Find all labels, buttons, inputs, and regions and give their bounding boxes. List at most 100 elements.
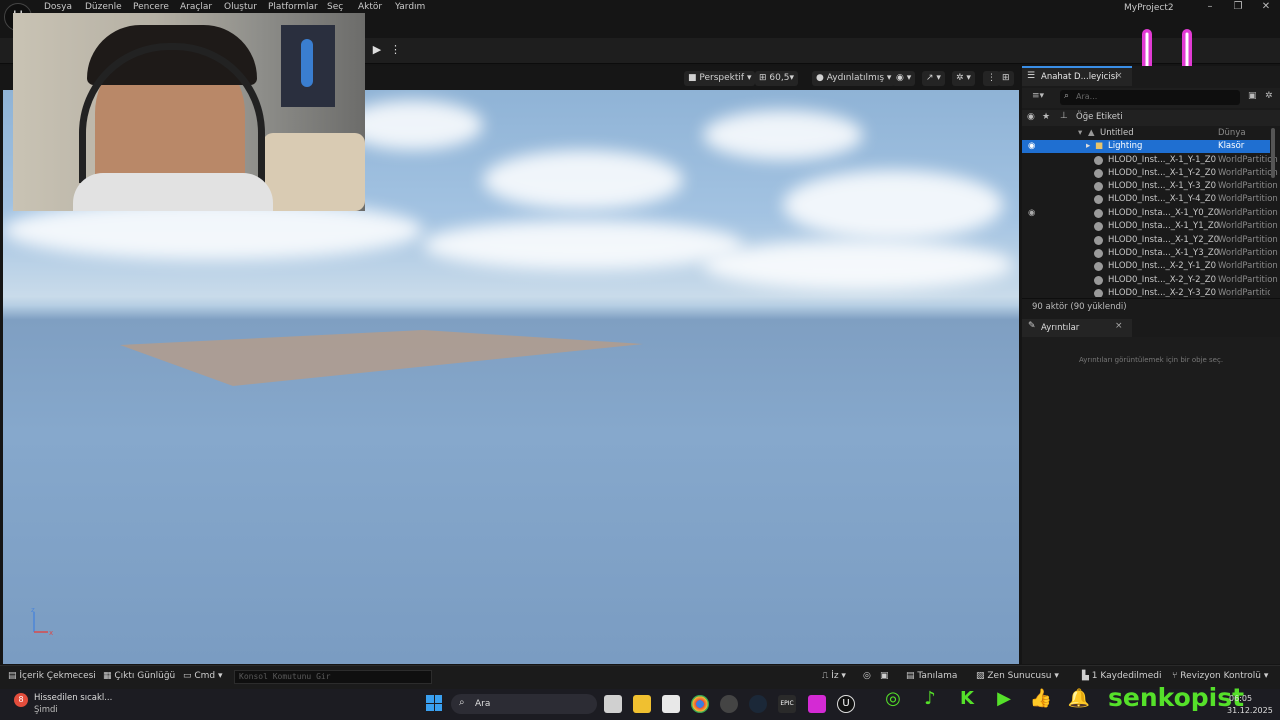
outliner-row[interactable]: HLOD0_Inst..._X-1_Y-1_Z0 WorldPartition <box>1022 154 1278 167</box>
outliner-row[interactable]: HLOD0_Insta..._X-1_Y2_Z0 WorldPartition <box>1022 234 1278 247</box>
pencil-icon: ✎ <box>1028 321 1036 331</box>
zen-server-button[interactable]: ▧ Zen Sunucusu ▾ <box>976 671 1059 681</box>
fov-button[interactable]: ⊞ 60,5▾ <box>755 71 798 86</box>
youtube-icon: ▶ <box>997 688 1011 709</box>
record-icon[interactable]: ◎ <box>863 671 871 681</box>
kebab-icon: ⋮ <box>987 73 996 83</box>
task-view-icon[interactable] <box>604 695 622 713</box>
camera-capture-icon[interactable]: ▣ <box>880 671 889 681</box>
filter-icon[interactable]: ≡▾ <box>1032 91 1044 101</box>
menu-file[interactable]: Dosya <box>44 2 72 12</box>
lighting-icon: ● <box>816 73 827 83</box>
menu-edit[interactable]: Düzenle <box>85 2 122 12</box>
row-label: Lighting <box>1108 141 1143 151</box>
menu-actor[interactable]: Aktör <box>358 2 382 12</box>
more-options-icon[interactable]: ⋮ <box>390 43 401 57</box>
weather-subtitle: Şimdi <box>34 705 58 715</box>
steam-icon[interactable] <box>749 695 767 713</box>
close-icon[interactable]: × <box>1115 71 1123 81</box>
minimize-button[interactable]: – <box>1195 1 1225 15</box>
outliner-row-lighting[interactable]: ◉ ▸ ■ Lighting Klasör <box>1022 140 1270 153</box>
gear-icon: ✲ <box>956 73 964 83</box>
outliner-row[interactable]: HLOD0_Inst..._X-1_Y-2_Z0 WorldPartition <box>1022 167 1278 180</box>
item-label-column[interactable]: Öğe Etiketi <box>1076 112 1123 122</box>
revision-control-button[interactable]: ⑂ Revizyon Kontrolü ▾ <box>1172 671 1268 681</box>
search-icon: ⌕ <box>1064 91 1070 101</box>
eye-icon[interactable]: ◉ <box>1028 140 1035 153</box>
settings-button[interactable]: ✲ ▾ <box>952 71 975 86</box>
epic-games-icon[interactable]: EPIC <box>778 695 796 713</box>
row-type: WorldPartition <box>1218 155 1278 165</box>
details-tab[interactable]: ✎ Ayrıntılar × <box>1022 319 1132 337</box>
revision-label: Revizyon Kontrolü <box>1180 671 1262 681</box>
row-type: WorldPartition <box>1218 168 1278 178</box>
app-icon[interactable] <box>720 695 738 713</box>
cmd-dropdown[interactable]: ▭ Cmd ▾ <box>183 671 223 681</box>
eye-icon[interactable]: ◉ <box>1027 112 1035 122</box>
close-icon[interactable]: × <box>1115 321 1123 331</box>
outliner-row[interactable]: ◉ HLOD0_Insta..._X-1_Y0_Z0 WorldPartition <box>1022 207 1278 220</box>
parrot-poster <box>281 25 335 107</box>
store-icon[interactable] <box>662 695 680 713</box>
outliner-row-world[interactable]: ▾ ▲ Untitled Dünya <box>1022 127 1270 140</box>
save-icon: ▙ <box>1082 671 1092 681</box>
console-input[interactable]: Konsol Komutunu Gir <box>234 670 432 684</box>
app-icon-purple[interactable] <box>808 695 826 713</box>
row-label: HLOD0_Inst..._X-1_Y-4_Z0 <box>1108 194 1216 204</box>
taskbar-search[interactable]: ⌕ Ara <box>451 694 597 714</box>
outliner-row[interactable]: HLOD0_Inst..._X-2_Y-1_Z0 WorldPartition <box>1022 260 1278 273</box>
outliner-scrollbar[interactable] <box>1271 128 1275 178</box>
menu-select[interactable]: Seç <box>327 2 343 12</box>
close-window-button[interactable]: ✕ <box>1251 1 1280 15</box>
unsaved-button[interactable]: ▙ 1 Kaydedilmedi <box>1082 671 1161 681</box>
show-flags-button[interactable]: ◉ ▾ <box>892 71 916 86</box>
maximize-button[interactable]: ❐ <box>1223 1 1253 15</box>
menu-tools[interactable]: Araçlar <box>180 2 212 12</box>
perspective-button[interactable]: ■ Perspektif ▾ <box>684 71 756 86</box>
weather-title[interactable]: Hissedilen sıcakl... <box>34 693 112 703</box>
pin-icon[interactable]: ⊥ <box>1060 111 1068 121</box>
menu-create[interactable]: Oluştur <box>224 2 257 12</box>
file-explorer-icon[interactable] <box>633 695 651 713</box>
instagram-icon: ◎ <box>885 688 901 709</box>
outliner-tab[interactable]: ☰ Anahat D...leyicisi × <box>1022 66 1132 86</box>
kick-icon: K <box>960 688 974 709</box>
row-label: HLOD0_Inst..._X-2_Y-1_Z0 <box>1108 261 1216 271</box>
content-drawer-button[interactable]: ▤ İçerik Çekmecesi <box>8 671 96 681</box>
play-icon[interactable]: ▶ <box>370 43 384 57</box>
trace-label: İz <box>831 671 839 681</box>
clock-time[interactable]: 06:05 <box>1229 694 1252 703</box>
outliner-row[interactable]: HLOD0_Insta..._X-1_Y1_Z0 WorldPartition <box>1022 220 1278 233</box>
layout-button[interactable]: ⊞ <box>998 71 1014 86</box>
clock-date[interactable]: 31.12.2025 <box>1227 706 1273 715</box>
outliner-row[interactable]: HLOD0_Inst..._X-1_Y-3_Z0 WorldPartition <box>1022 180 1278 193</box>
outliner-search-input[interactable]: ⌕ Ara... <box>1060 90 1240 105</box>
add-folder-icon[interactable]: ▣ <box>1248 91 1257 101</box>
row-type: Klasör <box>1218 141 1245 151</box>
output-log-button[interactable]: ▦ Çıktı Günlüğü <box>103 671 175 681</box>
axis-gizmo-icon: z x <box>31 606 53 637</box>
menu-window[interactable]: Pencere <box>133 2 169 12</box>
output-log-label: Çıktı Günlüğü <box>114 671 176 681</box>
unreal-taskbar-icon[interactable]: U <box>837 695 855 713</box>
outliner-row[interactable]: HLOD0_Inst..._X-2_Y-3_Z0WorldPartition <box>1022 287 1270 297</box>
folder-icon: ■ <box>1095 141 1104 151</box>
diagnostics-button[interactable]: ▤ Tanılama <box>906 671 957 681</box>
expand-arrow-icon[interactable]: ▾ <box>1078 127 1082 140</box>
outliner-row[interactable]: HLOD0_Insta..._X-1_Y3_Z0 WorldPartition <box>1022 247 1278 260</box>
outliner-row[interactable]: HLOD0_Inst..._X-2_Y-2_Z0 WorldPartition <box>1022 274 1278 287</box>
windows-start-icon[interactable] <box>426 695 442 711</box>
snap-button[interactable]: ↗ ▾ <box>922 71 945 86</box>
trace-button[interactable]: ⎍ İz ▾ <box>822 671 846 681</box>
search-icon: ⌕ <box>459 697 465 708</box>
menu-platforms[interactable]: Platformlar <box>268 2 318 12</box>
lighting-mode-button[interactable]: ● Aydınlatılmış ▾ <box>812 71 896 86</box>
expand-arrow-icon[interactable]: ▸ <box>1086 140 1090 153</box>
outliner-row[interactable]: HLOD0_Inst..._X-1_Y-4_Z0 WorldPartition <box>1022 193 1278 206</box>
menu-help[interactable]: Yardım <box>395 2 425 12</box>
eye-icon[interactable]: ◉ <box>1028 207 1035 220</box>
outliner-icon: ☰ <box>1027 71 1036 81</box>
gear-icon[interactable]: ✲ <box>1265 91 1273 101</box>
chrome-icon[interactable] <box>691 695 709 713</box>
star-icon[interactable]: ★ <box>1042 112 1050 122</box>
